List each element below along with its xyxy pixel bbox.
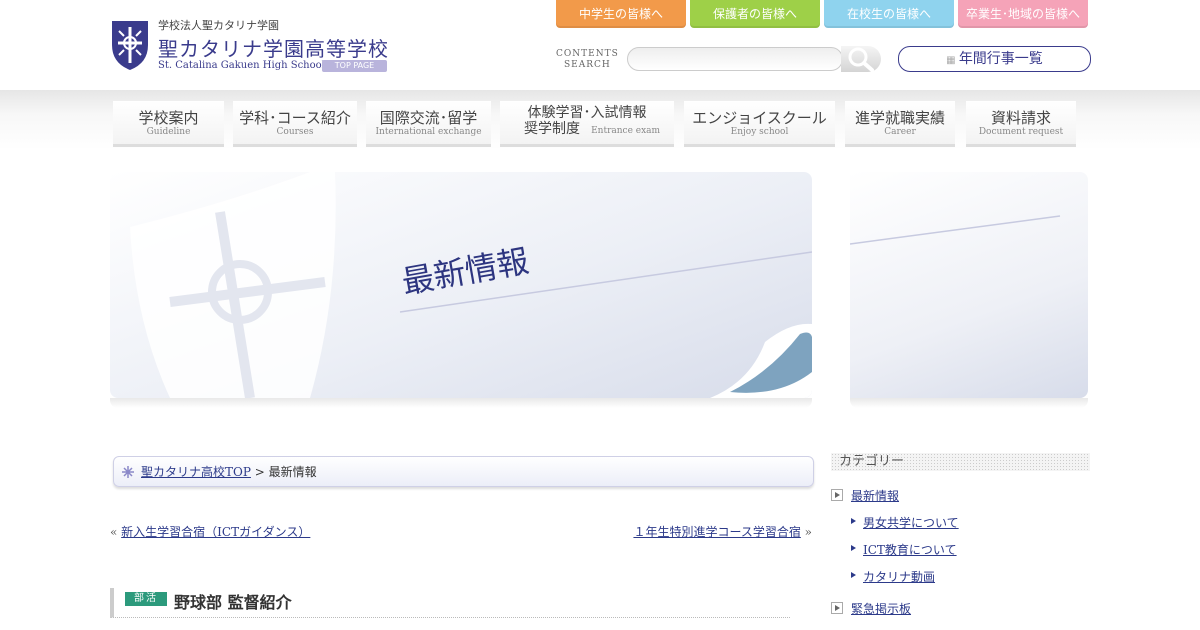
next-post-link[interactable]: １年生特別進学コース学習合宿: [633, 525, 800, 539]
side-banner-shadow: [850, 398, 1088, 408]
sidebar-item-coeducation[interactable]: 男女共学について: [863, 514, 959, 531]
breadcrumb-home-link[interactable]: 聖カタリナ高校TOP: [141, 465, 251, 479]
tab-alumni-community[interactable]: 卒業生･地域の皆様へ: [958, 0, 1088, 28]
post-title: 野球部 監督紹介: [174, 593, 292, 612]
tab-current-students[interactable]: 在校生の皆様へ: [824, 0, 954, 28]
sidebar-item-emergency-board[interactable]: 緊急掲示板: [851, 600, 911, 617]
box-arrow-icon: [831, 602, 843, 614]
arrow-right-icon: [851, 518, 856, 524]
box-arrow-icon: [831, 489, 843, 501]
tab-junior-high-students[interactable]: 中学生の皆様へ: [556, 0, 686, 28]
prev-post-link[interactable]: 新入生学習合宿（ICTガイダンス）: [121, 525, 310, 539]
arrow-right-icon: [851, 545, 856, 551]
side-banner: [850, 172, 1088, 398]
school-name[interactable]: 聖カタリナ学園高等学校: [158, 33, 389, 62]
school-crest-icon[interactable]: [110, 19, 150, 71]
search-icon: [848, 47, 874, 72]
nav-courses[interactable]: 学科･コース紹介 Courses: [233, 101, 357, 147]
grid-icon: ▦: [946, 55, 959, 66]
school-name-en: St. Catalina Gakuen High School: [158, 60, 325, 71]
next-post: １年生特別進学コース学習合宿 »: [633, 525, 812, 539]
breadcrumb-current: 最新情報: [268, 465, 317, 479]
arrow-right-icon: [851, 572, 856, 578]
category-heading: カテゴリー: [831, 453, 1090, 471]
nav-international-exchange[interactable]: 国際交流･留学 International exchange: [366, 101, 491, 147]
nav-career[interactable]: 進学就職実績 Career: [845, 101, 955, 147]
annual-events-button[interactable]: ▦ 年間行事一覧: [898, 46, 1091, 72]
contents-search-label: CONTENTS SEARCH: [556, 49, 619, 70]
sidebar-item-ict-education[interactable]: ICT教育について: [863, 541, 957, 558]
tab-parents[interactable]: 保護者の皆様へ: [690, 0, 820, 28]
sidebar-item-latest-news[interactable]: 最新情報: [851, 487, 899, 504]
post-category-badge[interactable]: 部活: [125, 592, 167, 606]
crest-bullet-icon: [122, 466, 134, 478]
nav-document-request[interactable]: 資料請求 Document request: [966, 101, 1076, 147]
banner-shadow: [110, 398, 812, 408]
breadcrumb: 聖カタリナ高校TOP > 最新情報: [113, 456, 814, 487]
search-button[interactable]: [841, 46, 881, 72]
side-banner-line: [850, 215, 1061, 245]
nav-entrance-exam[interactable]: 体験学習･入試情報 奨学制度 Entrance exam: [500, 101, 674, 147]
nav-enjoy-school[interactable]: エンジョイスクール Enjoy school: [684, 101, 835, 147]
prev-post: « 新入生学習合宿（ICTガイダンス）: [110, 525, 311, 539]
nav-guideline[interactable]: 学校案内 Guideline: [113, 101, 224, 147]
school-corporation-name: 学校法人聖カタリナ学園: [158, 19, 279, 32]
top-page-badge[interactable]: TOP PAGE: [322, 60, 387, 72]
sidebar-item-catalina-videos[interactable]: カタリナ動画: [863, 568, 935, 585]
search-input[interactable]: [627, 47, 843, 71]
